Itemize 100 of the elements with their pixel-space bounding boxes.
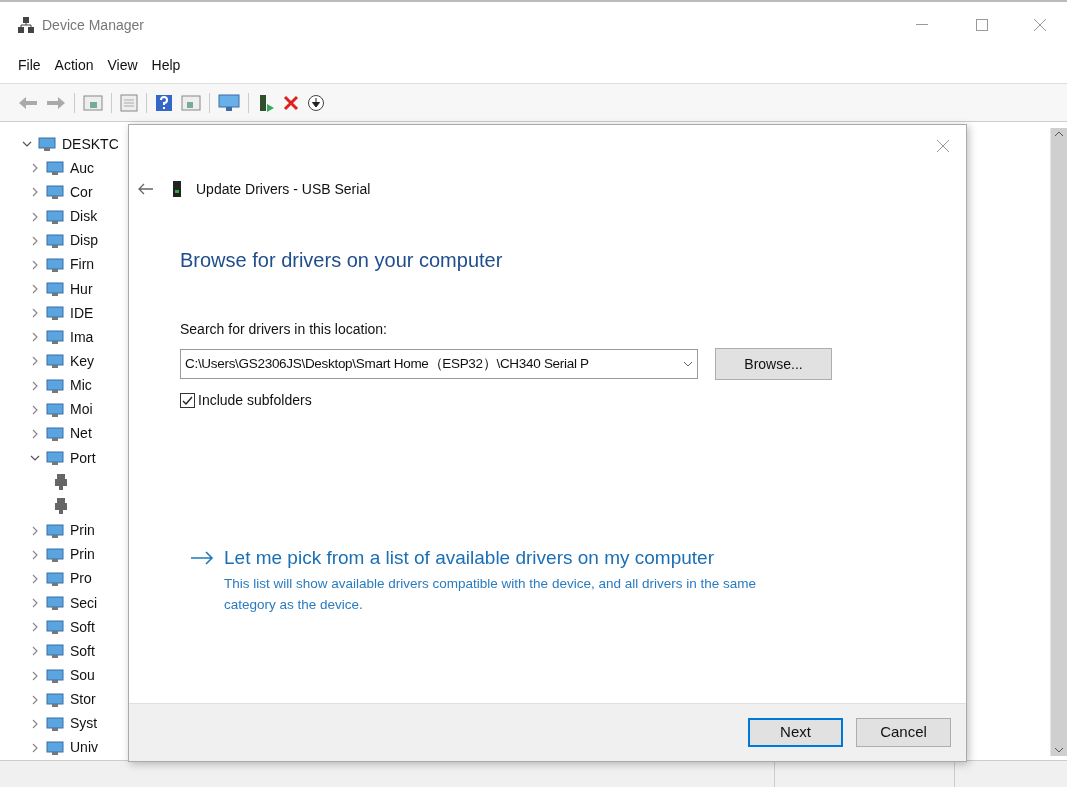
close-button[interactable] xyxy=(936,139,950,153)
device-icon xyxy=(46,450,64,467)
monitor-icon[interactable] xyxy=(218,93,240,112)
device-icon xyxy=(46,256,64,273)
console-tree-icon[interactable] xyxy=(83,93,103,112)
chevron-right-icon[interactable] xyxy=(30,670,40,681)
scroll-up-icon[interactable] xyxy=(1054,130,1064,138)
tree-item[interactable]: Prin xyxy=(70,544,95,566)
tree-item[interactable]: Syst xyxy=(70,713,98,735)
delete-icon[interactable] xyxy=(283,94,299,111)
location-label: Search for drivers in this location: xyxy=(180,320,388,339)
connector-icon xyxy=(54,473,68,492)
tree-item[interactable]: Port xyxy=(70,447,96,469)
tree-item[interactable]: Stor xyxy=(70,689,96,711)
computer-tree-icon xyxy=(17,16,35,34)
back-arrow-icon[interactable] xyxy=(138,183,154,195)
dialog-title: Update Drivers - USB Serial xyxy=(196,179,371,199)
chevron-right-icon[interactable] xyxy=(30,380,40,391)
chevron-right-icon[interactable] xyxy=(30,332,40,343)
tree-item[interactable]: Disp xyxy=(70,230,98,252)
device-icon xyxy=(46,643,64,660)
chevron-right-icon[interactable] xyxy=(30,549,40,560)
menu-item[interactable]: File xyxy=(14,55,45,76)
forward-arrow-icon[interactable] xyxy=(46,95,66,110)
chevron-right-icon[interactable] xyxy=(30,428,40,439)
tree-item[interactable]: Key xyxy=(70,351,95,372)
tree-item[interactable]: Net xyxy=(70,423,92,445)
tree-item[interactable]: Cor xyxy=(70,181,93,203)
chevron-right-icon[interactable] xyxy=(30,573,40,584)
chevron-right-icon[interactable] xyxy=(30,525,40,536)
action-pane-icon[interactable] xyxy=(181,93,201,112)
chevron-right-icon[interactable] xyxy=(30,598,40,609)
chevron-right-icon[interactable] xyxy=(30,259,40,270)
help-icon[interactable] xyxy=(155,93,173,112)
device-icon xyxy=(46,715,64,732)
menu-item[interactable]: Action xyxy=(50,55,98,76)
tree-item[interactable]: Mic xyxy=(70,375,92,397)
download-icon[interactable] xyxy=(307,93,325,112)
device-icon xyxy=(46,619,64,636)
device-icon xyxy=(46,232,64,249)
tree-item[interactable]: Pro xyxy=(70,568,92,590)
maximize-icon xyxy=(976,19,988,31)
chevron-right-icon[interactable] xyxy=(30,211,40,222)
chevron-right-icon[interactable] xyxy=(30,163,40,174)
device-icon xyxy=(46,570,64,587)
tree-item[interactable]: Univ xyxy=(70,737,98,759)
tree-item[interactable]: Ima xyxy=(70,326,94,348)
chevron-right-icon[interactable] xyxy=(30,743,40,753)
properties-icon[interactable] xyxy=(120,93,138,112)
minimize-icon xyxy=(916,24,928,26)
device-icon xyxy=(46,305,64,322)
device-icon xyxy=(172,180,182,198)
tree-item[interactable]: Soft xyxy=(70,616,95,638)
tree-item[interactable]: Moi xyxy=(70,399,93,421)
device-icon xyxy=(46,329,64,346)
menu-item[interactable]: Help xyxy=(147,55,185,76)
close-icon xyxy=(1033,19,1046,31)
dropdown-caret-icon[interactable] xyxy=(683,361,693,367)
pick-driver-link[interactable]: Let me pick from a list of available drivers on my computer xyxy=(224,544,799,573)
scroll-down-icon[interactable] xyxy=(1054,746,1064,754)
window-title: Device Manager xyxy=(42,15,144,35)
tree-item[interactable]: Sou xyxy=(70,665,95,686)
menu-item[interactable]: View xyxy=(103,55,142,76)
device-icon xyxy=(46,522,64,539)
chevron-right-icon[interactable] xyxy=(30,235,40,246)
tree-item[interactable]: Firn xyxy=(70,254,95,276)
chevron-right-icon[interactable] xyxy=(30,284,40,294)
chevron-right-icon[interactable] xyxy=(30,718,40,729)
tree-item[interactable]: Auc xyxy=(70,157,95,179)
tree-item[interactable]: Disk xyxy=(70,206,98,228)
chevron-right-icon[interactable] xyxy=(30,622,40,633)
tree-item[interactable]: DESKTC xyxy=(62,133,119,155)
tree-item[interactable]: IDE xyxy=(70,302,94,324)
location-combo-field[interactable]: C:\Users\GS2306JS\Desktop\Smart Home（ESP32）\CH340 Serial P xyxy=(180,349,698,379)
device-icon xyxy=(46,425,64,442)
chevron-right-icon[interactable] xyxy=(30,404,40,415)
device-icon xyxy=(46,740,64,756)
dialog-heading: Browse for drivers on your computer xyxy=(180,248,504,273)
device-icon xyxy=(46,281,64,297)
device-icon xyxy=(46,160,64,177)
chevron-right-icon[interactable] xyxy=(30,308,40,319)
chevron-right-icon[interactable] xyxy=(30,646,40,657)
add-driver-icon[interactable] xyxy=(257,93,275,112)
chevron-right-icon[interactable] xyxy=(30,694,40,705)
browse-button[interactable]: Browse... xyxy=(715,348,832,380)
dialog-button[interactable]: Cancel xyxy=(856,718,951,747)
checkbox[interactable] xyxy=(180,393,195,408)
device-icon xyxy=(46,546,64,563)
dialog-button[interactable]: Next xyxy=(748,718,843,747)
tree-item[interactable]: Prin xyxy=(70,520,95,542)
tree-item[interactable]: Soft xyxy=(70,640,95,662)
chevron-right-icon[interactable] xyxy=(30,187,40,198)
chevron-right-icon[interactable] xyxy=(30,356,40,367)
checkbox-label: Include subfolders xyxy=(198,391,312,410)
scrollbar[interactable] xyxy=(1050,128,1067,756)
tree-item[interactable]: Hur xyxy=(70,278,93,300)
device-icon xyxy=(38,136,56,153)
device-icon xyxy=(46,377,64,394)
tree-item[interactable]: Seci xyxy=(70,592,98,614)
link-description: This list will show available drivers compatible with the device, and all drivers in the same category as the device. xyxy=(224,574,757,614)
